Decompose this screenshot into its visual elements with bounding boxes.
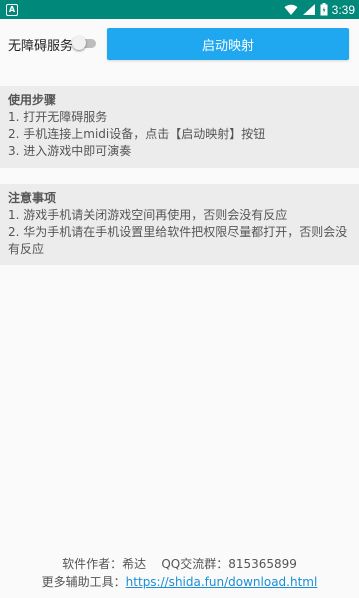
author-line: 软件作者：希达 QQ交流群：815365899 [62,557,297,571]
notes-section: 注意事项 1. 游戏手机请关闭游戏空间再使用，否则会没有反应 2. 华为手机请在… [0,184,359,265]
usage-steps-section: 使用步骤 1. 打开无障碍服务 2. 手机连接上midi设备，点击【启动映射】按… [0,86,359,168]
notes-title: 注意事项 [8,191,57,205]
signal-icon [302,3,315,15]
note-2: 2. 华为手机请在手机设置里给软件把权限尽量都打开，否则会没有反应 [8,225,348,256]
status-bar: A 3:39 [0,0,359,19]
wifi-icon [284,4,298,15]
control-row: 无障碍服务 启动映射 [0,28,359,60]
accessibility-service-label: 无障碍服务 [8,38,74,54]
tools-label: 更多辅助工具： [41,575,126,589]
battery-icon [320,3,328,16]
status-left: A [6,3,18,16]
notification-icon: A [6,3,18,16]
usage-step-3: 3. 进入游戏中即可演奏 [8,144,132,158]
notification-icon-letter: A [8,4,16,14]
footer: 软件作者：希达 QQ交流群：815365899 更多辅助工具：https://s… [0,555,359,591]
status-time: 3:39 [331,2,355,17]
start-mapping-button[interactable]: 启动映射 [107,28,349,60]
usage-steps-title: 使用步骤 [8,93,57,107]
tools-line: 更多辅助工具：https://shida.fun/download.html [0,573,359,591]
usage-step-2: 2. 手机连接上midi设备，点击【启动映射】按钮 [8,127,266,141]
download-link[interactable]: https://shida.fun/download.html [126,575,318,589]
accessibility-service-toggle[interactable] [72,36,96,50]
toggle-thumb [72,36,86,50]
status-right: 3:39 [284,3,355,17]
note-1: 1. 游戏手机请关闭游戏空间再使用，否则会没有反应 [8,208,288,222]
usage-step-1: 1. 打开无障碍服务 [8,110,108,124]
